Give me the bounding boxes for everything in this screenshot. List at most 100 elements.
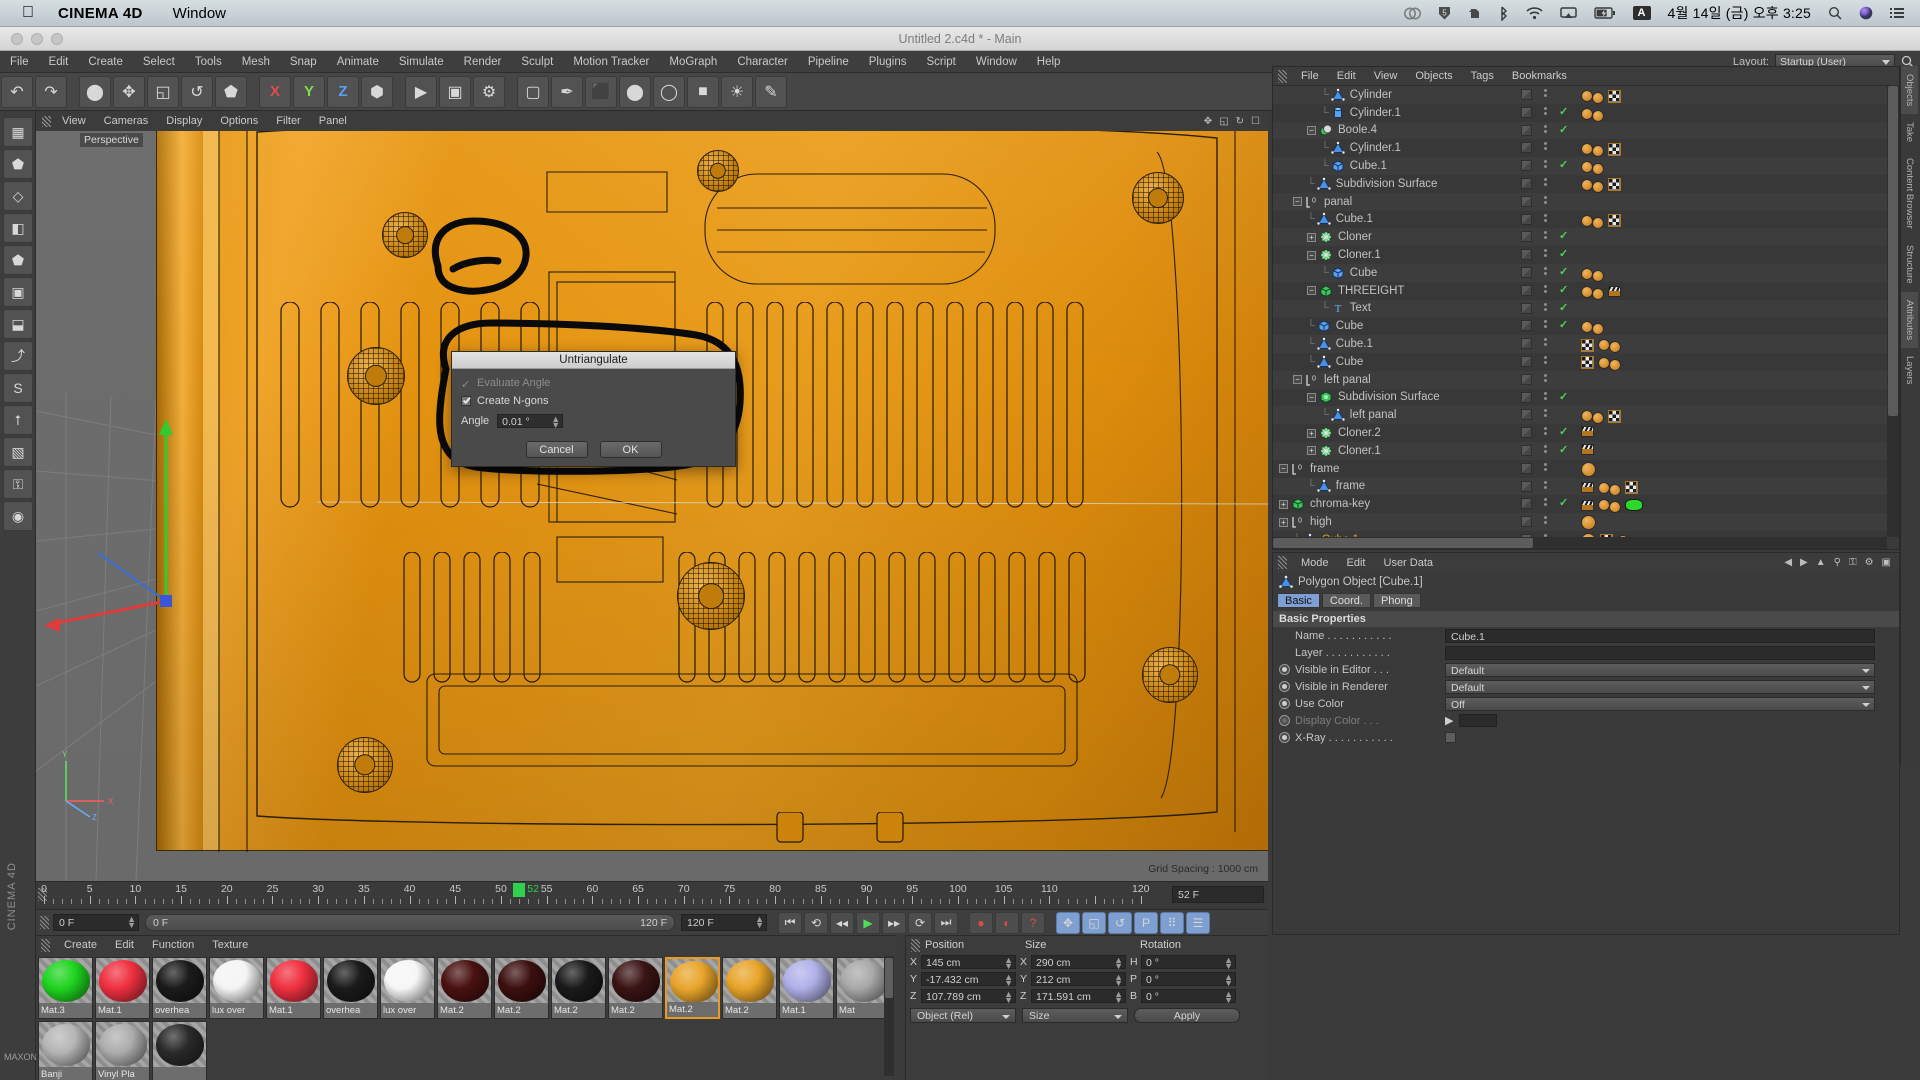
environment-button[interactable]: ◯: [653, 75, 685, 108]
object-tree-row[interactable]: └ Cylinder.1 ✓: [1273, 103, 1887, 122]
viewport-menu-options[interactable]: Options: [211, 111, 267, 131]
viewport-solo-button[interactable]: ▧: [3, 437, 33, 467]
go-to-end-button[interactable]: ⏭: [934, 911, 958, 934]
material-tag-icon[interactable]: [1581, 461, 1596, 477]
play-forwards-button[interactable]: ▶: [856, 911, 880, 934]
size-x-stepper[interactable]: ▲ ▼: [1114, 956, 1123, 971]
magnet-button[interactable]: ⭡: [3, 405, 33, 435]
menu-pipeline[interactable]: Pipeline: [798, 51, 859, 73]
polygon-mode-button[interactable]: ⬟: [3, 245, 33, 275]
visibility-dots[interactable]: [1541, 142, 1549, 151]
end-frame-stepper[interactable]: ▲ ▼: [755, 915, 764, 930]
material-swatch[interactable]: Mat.1: [95, 957, 150, 1019]
collapse-icon[interactable]: −: [1279, 464, 1288, 474]
material-menu-edit[interactable]: Edit: [106, 939, 143, 951]
object-manager-menu-file[interactable]: File: [1292, 70, 1328, 82]
creative-cloud-icon[interactable]: [1403, 7, 1421, 20]
evernote-icon[interactable]: [1468, 6, 1482, 20]
menu-bar-clock[interactable]: 4월 14일 (금) 오후 3:25: [1668, 3, 1812, 23]
texture-tag-icon[interactable]: [1581, 338, 1594, 352]
enable-checkmark[interactable]: ✓: [1559, 265, 1568, 278]
visibility-toggle[interactable]: [1521, 355, 1532, 367]
visibility-toggle[interactable]: [1521, 249, 1532, 261]
visibility-dots[interactable]: [1541, 462, 1549, 471]
wifi-icon[interactable]: [1526, 6, 1543, 20]
position-x-input[interactable]: 145 cm ▲ ▼: [921, 955, 1016, 971]
visibility-toggle[interactable]: [1521, 106, 1532, 118]
material-tag-icon[interactable]: [1609, 483, 1621, 496]
material-tag-icon[interactable]: [1592, 216, 1604, 229]
visibility-dots[interactable]: [1541, 213, 1549, 222]
enable-checkmark[interactable]: ✓: [1559, 301, 1568, 314]
material-tag-icon[interactable]: [1592, 180, 1604, 193]
texture-mode-button[interactable]: ▣: [3, 277, 33, 307]
attribute-dropdown[interactable]: Off: [1445, 696, 1875, 711]
material-swatch[interactable]: Mat.3: [38, 957, 93, 1019]
menu-edit[interactable]: Edit: [39, 51, 79, 73]
object-tree-row[interactable]: └ Cylinder.1: [1273, 139, 1887, 158]
visibility-toggle[interactable]: [1521, 373, 1532, 385]
animation-tag-icon[interactable]: [1581, 482, 1594, 494]
menu-script[interactable]: Script: [916, 51, 965, 73]
object-tree-row[interactable]: └ Cube: [1273, 352, 1887, 371]
position-x-stepper[interactable]: ▲ ▼: [1004, 956, 1013, 971]
loop-button[interactable]: ⟳: [908, 911, 932, 934]
object-tree-row[interactable]: +0 high: [1273, 513, 1887, 531]
size-z-input[interactable]: 171.591 cm ▲ ▼: [1031, 989, 1126, 1005]
rotate-icon[interactable]: ↻: [1236, 116, 1244, 127]
material-tag-icon[interactable]: [1592, 109, 1604, 122]
untriangulate-dialog[interactable]: Untriangulate ✓ Evaluate Angle Create N-…: [451, 351, 736, 467]
material-menu-function[interactable]: Function: [143, 939, 203, 951]
collapse-icon[interactable]: −: [1307, 125, 1316, 135]
notification-center-icon[interactable]: [1890, 7, 1904, 19]
material-menu-grip[interactable]: [41, 938, 50, 952]
viewport-canvas[interactable]: Y X Z Grid Spacing : 1000 cm: [36, 111, 1268, 881]
material-tag-icon[interactable]: [1592, 92, 1604, 104]
material-swatch[interactable]: Mat.2: [551, 957, 606, 1019]
position-y-input[interactable]: -17.432 cm ▲ ▼: [921, 972, 1016, 988]
visibility-toggle[interactable]: [1521, 338, 1532, 350]
apply-button[interactable]: Apply: [1134, 1008, 1240, 1023]
texture-tag-icon[interactable]: [1608, 409, 1621, 423]
animate-radio[interactable]: [1279, 732, 1290, 743]
viewport-menu-cameras[interactable]: Cameras: [95, 111, 158, 131]
point-level-animation-button[interactable]: ⠿: [1160, 911, 1184, 934]
size-x-input[interactable]: 290 cm ▲ ▼: [1031, 955, 1126, 971]
visibility-dots[interactable]: [1541, 284, 1549, 293]
enable-checkmark[interactable]: ✓: [1559, 247, 1568, 260]
animation-tag-icon[interactable]: [1581, 443, 1594, 455]
create-ngons-checkbox[interactable]: [461, 396, 471, 406]
visibility-dots[interactable]: [1541, 249, 1549, 258]
texture-tag-icon[interactable]: [1608, 214, 1621, 228]
lock-x-axis-button[interactable]: X: [259, 75, 291, 108]
viewport[interactable]: Y X Z Grid Spacing : 1000 cm View Camera…: [36, 111, 1268, 881]
dock-tab-take[interactable]: Take: [1901, 114, 1918, 150]
visibility-toggle[interactable]: [1521, 498, 1532, 510]
viewport-menu-display[interactable]: Display: [157, 111, 211, 131]
object-manager-menu-objects[interactable]: Objects: [1406, 70, 1461, 82]
light-button[interactable]: ☀: [721, 75, 753, 108]
world-coordinates-button[interactable]: ⬢: [361, 75, 393, 108]
material-tag-icon[interactable]: [1592, 163, 1604, 176]
visibility-toggle[interactable]: [1521, 391, 1532, 403]
render-view-button[interactable]: ▶: [405, 75, 437, 108]
forward-arrow-icon[interactable]: ▶: [1800, 557, 1808, 568]
coordinates-grip[interactable]: [911, 938, 920, 952]
transform-axis-handles[interactable]: [36, 341, 296, 641]
menu-window[interactable]: Window: [966, 51, 1027, 73]
attribute-manager-grip[interactable]: [1278, 556, 1287, 569]
object-tree-row[interactable]: + Cloner.1 ✓: [1273, 441, 1887, 460]
enable-checkmark[interactable]: ✓: [1559, 283, 1568, 296]
preset-icon[interactable]: ▣: [1882, 557, 1891, 568]
undo-button[interactable]: ↶: [1, 75, 33, 108]
material-swatch[interactable]: Mat.1: [266, 957, 321, 1019]
animate-radio[interactable]: [1279, 664, 1290, 675]
lock-z-axis-button[interactable]: Z: [327, 75, 359, 108]
expand-icon[interactable]: +: [1307, 232, 1316, 242]
pan-icon[interactable]: ✥: [1204, 116, 1212, 127]
transport-grip[interactable]: [40, 916, 49, 929]
camera-button[interactable]: ■: [687, 75, 719, 108]
object-axis-button[interactable]: ⬟: [3, 149, 33, 179]
animation-lock-button[interactable]: ◉: [3, 501, 33, 531]
enable-checkmark[interactable]: ✓: [1559, 318, 1568, 331]
